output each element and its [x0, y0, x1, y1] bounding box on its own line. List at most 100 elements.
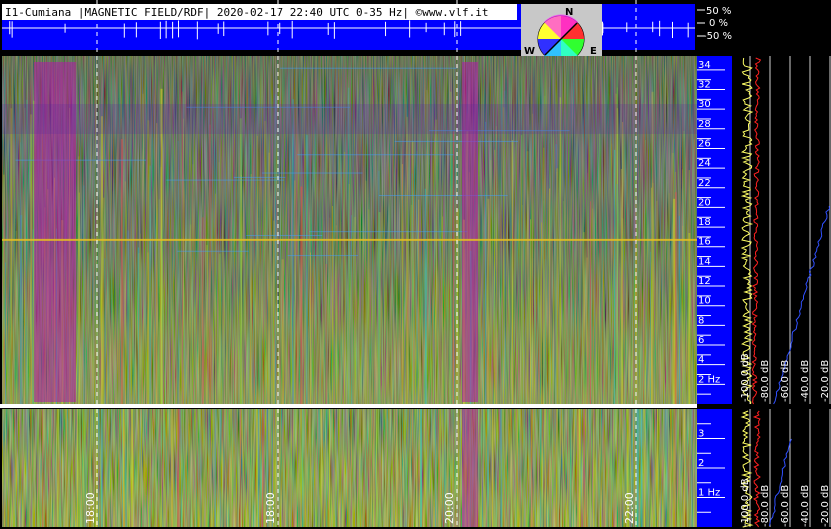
freq-tick-label: 34	[698, 60, 711, 71]
spectrogram-streak	[60, 409, 62, 527]
main-violet-band	[2, 104, 697, 134]
spectrogram-streak	[77, 409, 80, 527]
spectrogram-streak	[540, 409, 542, 527]
spectrogram-streak	[208, 409, 210, 527]
spectrogram-streak	[673, 198, 676, 404]
spectrogram-streak	[131, 409, 134, 527]
db-label: -40.0 dB	[800, 360, 811, 402]
spectrogram-streak	[127, 230, 129, 404]
spectrogram-streak	[643, 409, 645, 527]
spectrogram-streak	[570, 409, 572, 527]
spectrogram-streak	[181, 409, 183, 527]
spectrogram-streak	[490, 160, 492, 404]
spectrogram-streak	[158, 199, 160, 404]
spectrogram-streak	[683, 130, 685, 405]
spectrogram-streak	[239, 409, 241, 527]
spectrogram-streak	[230, 409, 232, 527]
spectrogram-streak	[359, 409, 362, 527]
spectrogram-streak	[589, 201, 591, 404]
spectrogram-streak	[317, 409, 320, 527]
spectrogram-streak	[522, 204, 524, 404]
spectrogram-streak	[300, 186, 303, 404]
pct-label-50: 50 %	[706, 6, 731, 17]
spectrogram-streak	[300, 409, 303, 527]
spectrogram-streak	[320, 409, 322, 527]
spectrogram-streak	[649, 409, 651, 527]
spectrogram-streak	[555, 409, 558, 527]
freq-tick-label: 2	[698, 458, 704, 469]
spectrogram-streak	[495, 409, 497, 527]
time-tick-label: 18:00	[264, 492, 277, 524]
spectrogram-streak	[378, 170, 380, 404]
time-tick-label: 20:00	[443, 492, 456, 524]
spectrogram-hline	[309, 231, 468, 233]
spectrogram-streak	[120, 139, 123, 404]
compass-w: W	[524, 46, 535, 57]
spectrogram-streak	[31, 409, 33, 527]
spectrogram-streak	[419, 409, 422, 527]
spectrogram-streak	[100, 116, 103, 404]
spectrogram-streak	[160, 88, 163, 404]
spectrogram-streak	[351, 215, 353, 404]
spectrogram-streak	[177, 409, 180, 527]
spectrogram-streak	[616, 184, 618, 404]
spectrogram-streak	[365, 180, 367, 404]
spectrogram-streak	[406, 230, 409, 404]
freq-tick-label: 3	[698, 429, 704, 440]
spectrogram-streak	[214, 193, 216, 404]
db-label: -80.0 dB	[760, 485, 771, 527]
spectrogram-streak	[411, 409, 413, 527]
spectrogram-streak	[147, 120, 150, 404]
spectrogram-streak	[325, 264, 327, 404]
spectrogram-streak	[544, 95, 546, 405]
spectrogram-streak	[206, 245, 208, 404]
spectrogram-hline	[177, 250, 249, 252]
spectrogram-streak	[667, 409, 669, 527]
freq-tick-label: 4	[698, 355, 704, 366]
db-label: -100.0 dB	[740, 478, 751, 527]
spectrogram-streak	[598, 133, 600, 404]
spectrogram-streak	[310, 252, 312, 404]
spectrogram-streak	[559, 97, 561, 405]
spectrogram-streak	[620, 168, 622, 404]
spectrogram-streak	[335, 225, 337, 404]
spectrogram-streak	[305, 409, 307, 527]
freq-tick-label: 8	[698, 315, 704, 326]
spectrogram-streak	[556, 168, 559, 404]
spectrogram-streak	[614, 149, 616, 404]
spectrogram-streak	[504, 90, 506, 404]
spectrogram-streak	[251, 409, 254, 527]
spectrogram-streak	[57, 409, 59, 527]
spectrogram-streak	[126, 409, 128, 527]
freq-tick-label: 18	[698, 217, 711, 228]
spectrogram-streak	[368, 209, 370, 404]
spectrogram-streak	[481, 409, 483, 527]
spectrogram-hline	[166, 179, 285, 181]
spectrogram-streak	[657, 409, 659, 527]
spectrogram-streak	[647, 409, 649, 527]
spectrogram-hline	[261, 172, 363, 174]
spectrogram-hline	[246, 235, 323, 237]
freq-tick-label: 30	[698, 99, 711, 110]
spectrogram-streak	[27, 409, 29, 527]
spectrogram-streak	[192, 164, 194, 404]
freq-tick-label: 6	[698, 335, 704, 346]
spectrogram-streak	[205, 409, 208, 527]
panel-separator	[0, 404, 697, 408]
zoom-spectrum-panel: -100.0 dB -80.0 dB -60.0 dB -40.0 dB -20.0 d…	[734, 409, 831, 528]
spectrogram-streak	[684, 409, 686, 527]
spectrogram-streak	[273, 220, 275, 404]
spectrogram-streak	[586, 257, 588, 404]
spectrogram-streak	[637, 409, 639, 527]
spectrogram-streak	[20, 215, 23, 404]
spectrogram-streak	[439, 409, 441, 527]
spectrogram-streak	[562, 201, 564, 404]
spectrogram-streak	[103, 197, 105, 404]
spectrogram-hline	[287, 255, 359, 257]
spectrogram-streak	[24, 107, 26, 405]
spectrogram-streak	[156, 123, 158, 405]
spectrogram-streak	[98, 409, 100, 527]
spectrogram-streak	[579, 409, 581, 527]
spectrogram-streak	[373, 409, 375, 527]
spectrogram-streak	[678, 215, 680, 404]
